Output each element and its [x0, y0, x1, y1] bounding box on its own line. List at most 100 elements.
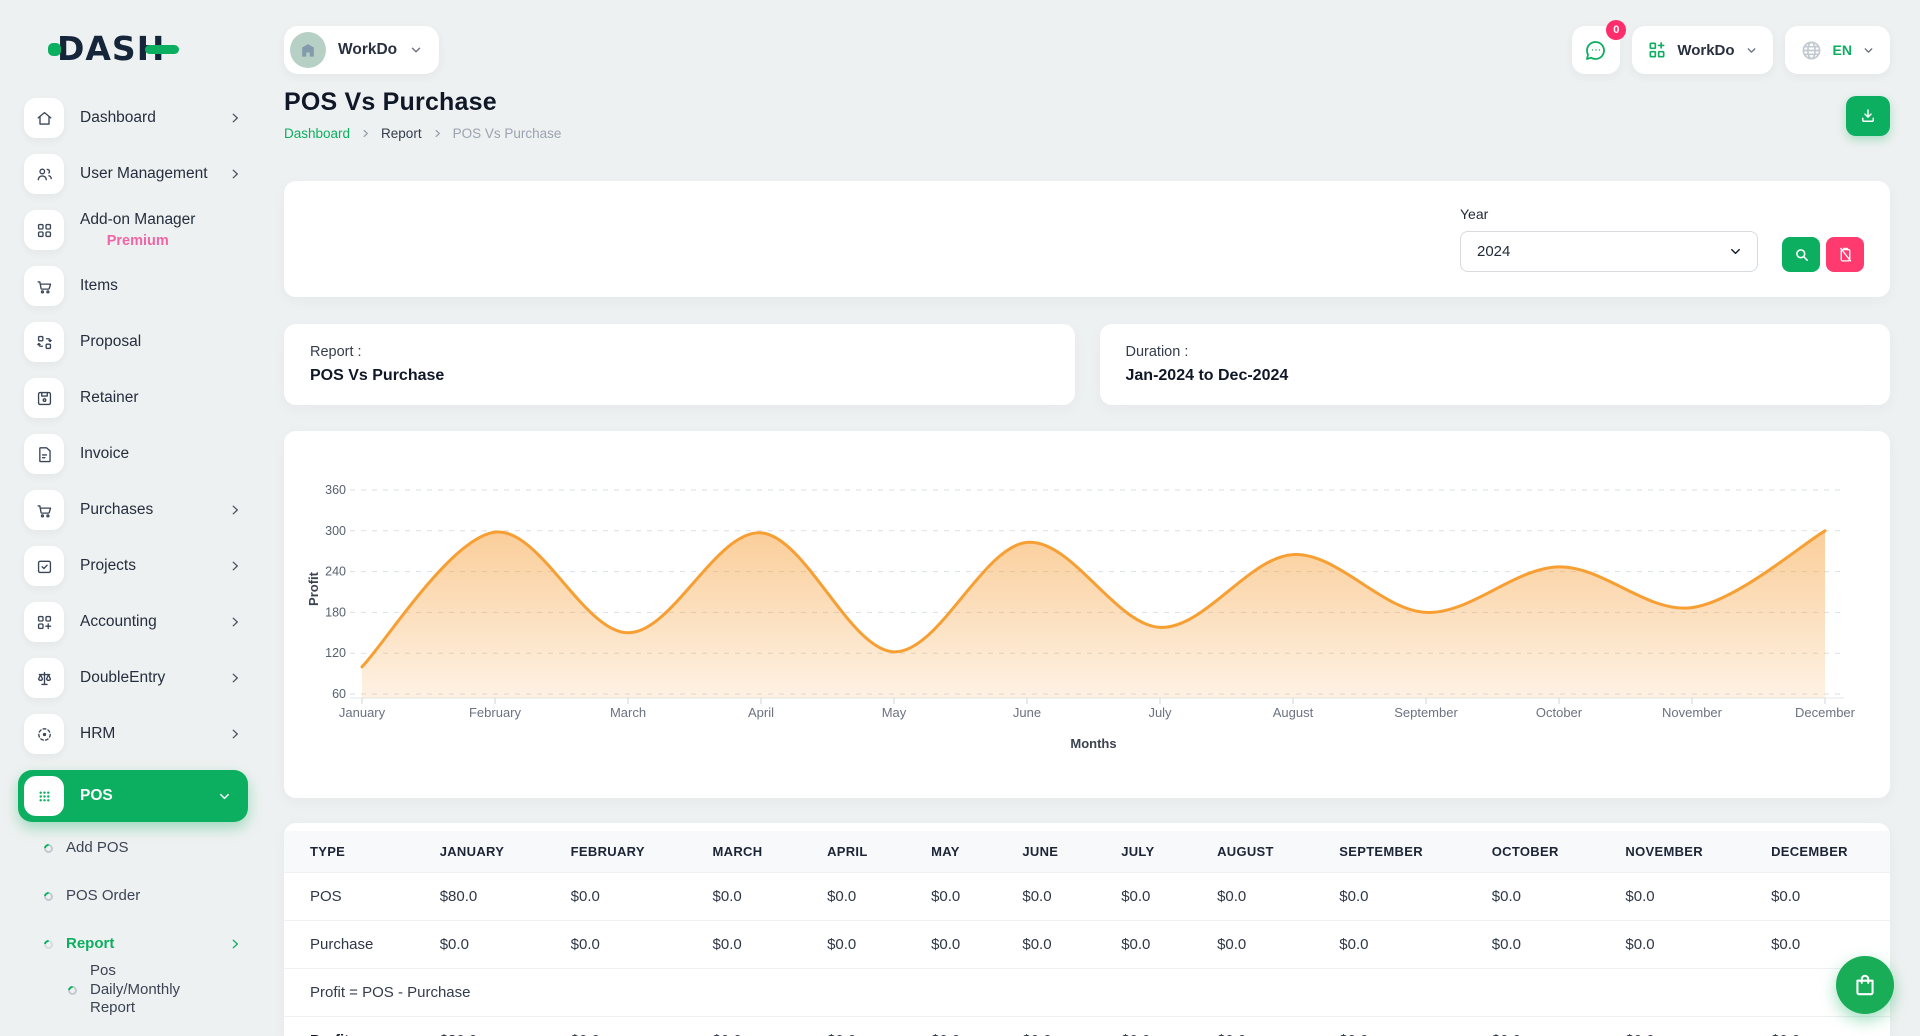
- search-button[interactable]: [1782, 237, 1820, 272]
- table-header-row: TYPEJANUARYFEBRUARYMARCHAPRILMAYJUNEJULY…: [284, 831, 1890, 873]
- workdo-apps-label: WorkDo: [1677, 42, 1734, 59]
- table-cell: $0.0: [1313, 1017, 1465, 1036]
- sidebar-item-accounting[interactable]: Accounting: [18, 602, 256, 642]
- globe-icon: [1800, 39, 1823, 62]
- swap-icon: [24, 322, 64, 362]
- workspace-switcher[interactable]: WorkDo: [284, 26, 439, 74]
- messages-button[interactable]: 0: [1572, 26, 1620, 74]
- year-value: 2024: [1477, 243, 1510, 260]
- chevron-down-icon: [1728, 244, 1743, 259]
- chevron-right-icon: [228, 671, 242, 685]
- chevron-right-icon: [228, 559, 242, 573]
- column-header: JULY: [1095, 831, 1191, 873]
- column-header: OCTOBER: [1466, 831, 1600, 873]
- column-header: NOVEMBER: [1599, 831, 1745, 873]
- sidebar-item-projects[interactable]: Projects: [18, 546, 256, 586]
- table-row: POS$80.0$0.0$0.0$0.0$0.0$0.0$0.0$0.0$0.0…: [284, 873, 1890, 921]
- table-cell: $0.0: [1466, 921, 1600, 969]
- table-cell: $0.0: [1313, 873, 1465, 921]
- table-cell: $0.0: [996, 921, 1095, 969]
- sidebar-item-retainer[interactable]: Retainer: [18, 378, 256, 418]
- table-cell: $0.0: [1599, 1017, 1745, 1036]
- table-cell: $0.0: [545, 921, 687, 969]
- sidebar-item-purchases[interactable]: Purchases: [18, 490, 256, 530]
- sidebar-item-doubleentry[interactable]: DoubleEntry: [18, 658, 256, 698]
- report-table-card: TYPEJANUARYFEBRUARYMARCHAPRILMAYJUNEJULY…: [284, 823, 1890, 1036]
- column-header: MARCH: [687, 831, 802, 873]
- svg-text:Months: Months: [1070, 736, 1116, 751]
- bullet-icon: [42, 938, 55, 951]
- column-header: APRIL: [801, 831, 905, 873]
- clipboard-slash-icon: [1837, 246, 1854, 263]
- year-select[interactable]: 2024: [1460, 231, 1758, 272]
- svg-text:March: March: [610, 705, 646, 720]
- svg-text:April: April: [748, 705, 774, 720]
- summary-cards: Report : POS Vs Purchase Duration : Jan-…: [284, 324, 1890, 405]
- chevron-down-icon: [217, 789, 232, 804]
- dash-logo-icon: DASH: [48, 29, 179, 68]
- duration-value: Jan-2024 to Dec-2024: [1126, 367, 1865, 385]
- sidebar-item-pos[interactable]: POS: [18, 770, 248, 822]
- svg-text:July: July: [1148, 705, 1172, 720]
- sidebar-subitem-pos-daily-monthly-report[interactable]: Pos Daily/Monthly Report: [18, 978, 256, 1002]
- search-icon: [1793, 246, 1810, 263]
- table-cell: $0.0: [1191, 921, 1313, 969]
- sidebar-subitem-report[interactable]: Report: [18, 932, 256, 956]
- svg-text:60: 60: [332, 687, 346, 701]
- apps-grid-icon: [1647, 40, 1667, 60]
- duration-label: Duration :: [1126, 344, 1865, 360]
- workspace-name: WorkDo: [338, 41, 397, 59]
- page-header: POS Vs Purchase DashboardReportPOS Vs Pu…: [284, 88, 1890, 141]
- sidebar-item-hrm[interactable]: HRM: [18, 714, 256, 754]
- pos-cart-fab[interactable]: [1836, 956, 1894, 1014]
- sidebar-item-proposal[interactable]: Proposal: [18, 322, 256, 362]
- column-header: JUNE: [996, 831, 1095, 873]
- squares-icon: [24, 210, 64, 250]
- shopping-bag-icon: [1852, 972, 1878, 998]
- sidebar: DASH Dashboard User Management Add-on Mana…: [0, 0, 262, 1036]
- year-label: Year: [1460, 206, 1758, 222]
- column-header: SEPTEMBER: [1313, 831, 1465, 873]
- table-cell: $0.0: [1095, 1017, 1191, 1036]
- bullet-icon: [66, 984, 79, 997]
- cart-icon: [24, 266, 64, 306]
- sidebar-item-dashboard[interactable]: Dashboard: [18, 98, 256, 138]
- download-report-button[interactable]: [1846, 96, 1890, 136]
- sidebar-item-items[interactable]: Items: [18, 266, 256, 306]
- chevron-right-icon: [228, 111, 242, 125]
- table-cell: $0.0: [687, 873, 802, 921]
- table-cell: $0.0: [1466, 873, 1600, 921]
- breadcrumb: DashboardReportPOS Vs Purchase: [284, 126, 561, 141]
- brand-logo[interactable]: DASH: [18, 0, 256, 96]
- chevron-down-icon: [409, 43, 423, 57]
- profit-area-chart: 60120180240300360JanuaryFebruaryMarchApr…: [304, 459, 1870, 771]
- home-icon: [24, 98, 64, 138]
- sidebar-subitem-add-pos[interactable]: Add POS: [18, 836, 256, 860]
- messages-count-badge: 0: [1606, 20, 1626, 40]
- breadcrumb-item-report[interactable]: Report: [381, 126, 422, 141]
- table-cell: $0.0: [905, 873, 996, 921]
- chevron-right-icon: [228, 167, 242, 181]
- filter-controls: Year 2024: [1460, 206, 1864, 272]
- duration-summary-card: Duration : Jan-2024 to Dec-2024: [1100, 324, 1891, 405]
- chevron-down-icon: [1745, 44, 1758, 57]
- sidebar-item-invoice[interactable]: Invoice: [18, 434, 256, 474]
- file-icon: [24, 434, 64, 474]
- table-cell: $0.0: [801, 921, 905, 969]
- target-icon: [24, 714, 64, 754]
- workdo-apps-button[interactable]: WorkDo: [1632, 26, 1772, 74]
- svg-text:October: October: [1536, 705, 1583, 720]
- chevron-right-icon: [228, 503, 242, 517]
- reset-filter-button[interactable]: [1826, 237, 1864, 272]
- filter-card: Year 2024: [284, 181, 1890, 297]
- table-cell: $0.0: [996, 1017, 1095, 1036]
- sidebar-item-user-management[interactable]: User Management: [18, 154, 256, 194]
- language-button[interactable]: EN: [1785, 26, 1890, 74]
- table-row: Purchase$0.0$0.0$0.0$0.0$0.0$0.0$0.0$0.0…: [284, 921, 1890, 969]
- table-cell: $0.0: [1599, 873, 1745, 921]
- sidebar-subitem-pos-order[interactable]: POS Order: [18, 884, 256, 908]
- download-icon: [1859, 107, 1877, 125]
- svg-text:January: January: [339, 705, 386, 720]
- breadcrumb-item-dashboard[interactable]: Dashboard: [284, 126, 350, 141]
- sidebar-item-add-on-manager[interactable]: Add-on ManagerPremium: [18, 210, 256, 250]
